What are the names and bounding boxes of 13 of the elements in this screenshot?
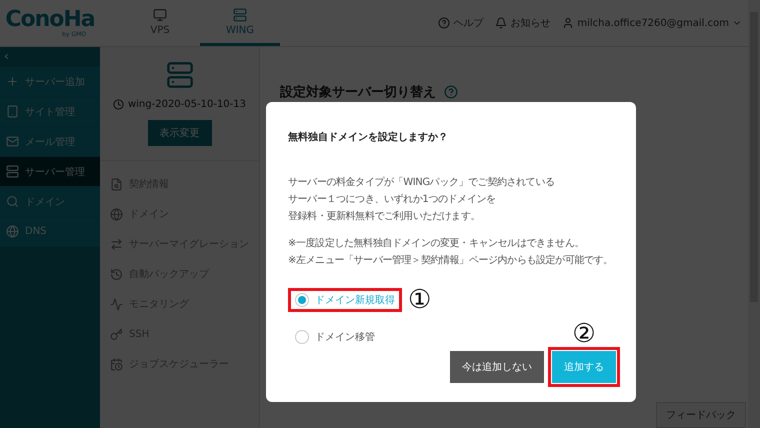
dialog-title: 無料独自ドメインを設定しますか？ <box>288 130 449 144</box>
radio-option[interactable]: ドメイン移管 <box>288 325 382 349</box>
logo-text: ConoHa <box>5 8 95 30</box>
dialog-paragraph: サーバーの料金タイプが「WINGパック」でご契約されている サーバー１つにつき、いずれか1つのドメインを 登録料・更新料無料でご利用いただけます。 <box>288 176 556 224</box>
dialog-paragraph: ※一度設定した無料独自ドメインの変更・キャンセルはできません。 ※左メニュー「サーバー管理＞契約情報」ページ内からも設定が可能です。 <box>288 236 614 268</box>
add-button[interactable]: 追加する <box>552 351 616 383</box>
link-label: milcha.office7260@gmail.com <box>577 18 729 28</box>
step-number: ① <box>408 287 432 313</box>
link-label: ヘルプ <box>453 16 484 30</box>
skip-button[interactable]: 今は追加しない <box>450 351 544 383</box>
step-number: ② <box>572 321 596 347</box>
link-label: お知らせ <box>510 17 550 30</box>
radio-option[interactable]: ドメイン新規取得 <box>288 288 402 312</box>
